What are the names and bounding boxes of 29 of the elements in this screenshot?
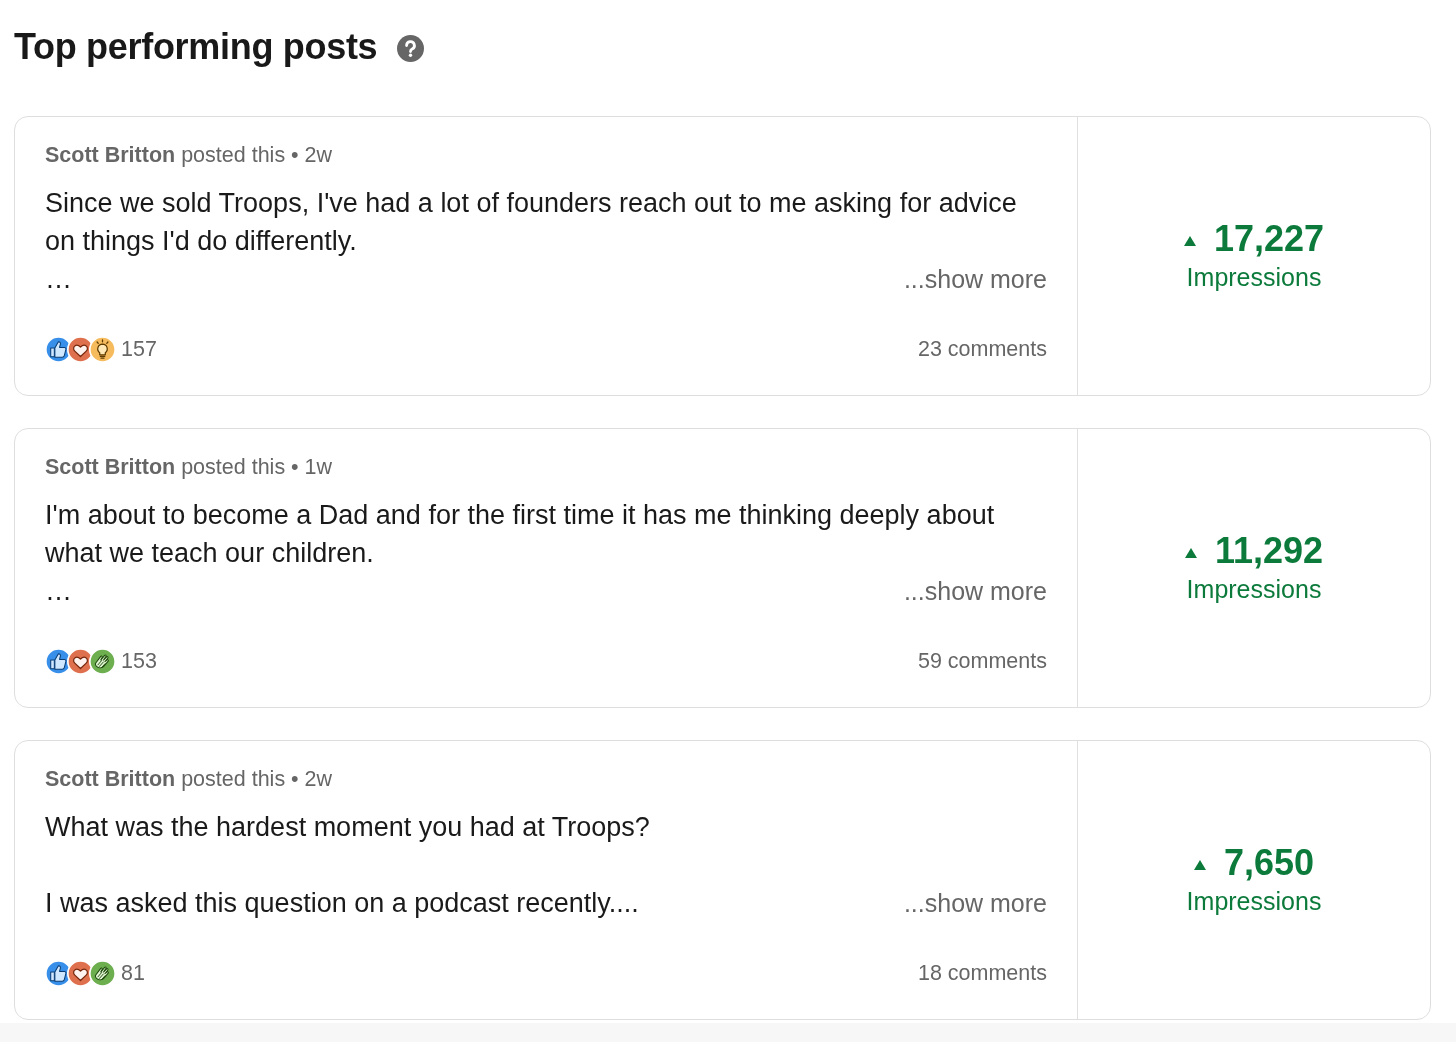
help-icon[interactable] [397,34,425,62]
impressions-count: 17,227 [1213,219,1325,259]
impressions-label: Impressions [1186,262,1322,293]
reaction-count[interactable]: 81 [121,960,145,986]
post-meta: Scott Britton posted this • 2w [45,143,333,167]
impressions-count: 11,292 [1214,531,1324,571]
ellipsis-text: … [45,575,72,608]
post-text: I'm about to become a Dad and for the first time it has me thinking deeply about what we teach our children. [45,499,996,570]
post-text: What was the hardest moment you had at Troops? [45,811,651,844]
post-meta: Scott Britton posted this • 2w [45,767,333,791]
comments-link[interactable]: 23 comments [917,336,1047,362]
post-meta: Scott Britton posted this • 1w [45,455,333,479]
clapping-hands-icon [89,959,116,987]
comments-link[interactable]: 18 comments [917,960,1047,986]
post-text: Since we sold Troops, I've had a lot of founders reach out to me asking for advice on things I'd do differently. [45,187,1018,258]
ellipsis-text: … [45,263,72,296]
show-more-link[interactable]: ...show more [903,576,1047,606]
section-title: Top performing posts [14,25,378,69]
clapping-hands-icon [89,647,116,675]
impressions-label: Impressions [1186,574,1322,605]
lightbulb-icon [89,335,116,363]
show-more-link[interactable]: ...show more [903,264,1047,294]
post-text: I was asked this question on a podcast recently.... [45,887,639,920]
comments-link[interactable]: 59 comments [917,648,1047,674]
impressions-count: 7,650 [1223,843,1315,883]
reaction-count[interactable]: 153 [121,648,157,674]
impressions-label: Impressions [1186,886,1322,917]
reaction-count[interactable]: 157 [121,336,157,362]
show-more-link[interactable]: ...show more [903,888,1047,918]
